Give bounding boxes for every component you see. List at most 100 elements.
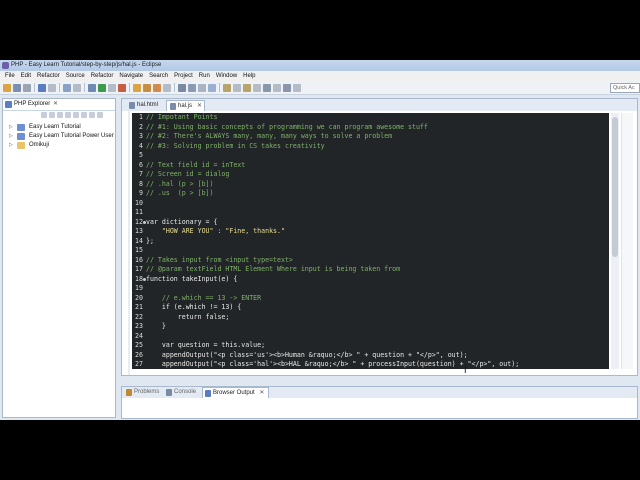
menu-refactor-2[interactable]: Refactor — [88, 71, 117, 81]
tree-item-easy-learn-tutorial-power-user[interactable]: ▷ Easy Learn Tutorial Power User — [9, 132, 115, 141]
new-icon[interactable] — [3, 83, 11, 92]
show-whitespace-icon[interactable] — [208, 83, 216, 92]
dropdown-icon[interactable] — [233, 83, 241, 92]
open-type-icon[interactable] — [63, 83, 71, 92]
fold-marker-icon[interactable] — [143, 220, 146, 224]
code-line[interactable]: 14}; — [132, 237, 609, 247]
line-number: 12 — [135, 217, 143, 226]
code-line[interactable]: 12 var dictionary = { — [132, 218, 609, 228]
next-annotation-icon[interactable] — [223, 83, 231, 92]
link-editor-icon[interactable] — [73, 112, 79, 118]
dropdown-icon[interactable] — [293, 83, 301, 92]
dropdown-icon[interactable] — [273, 83, 281, 92]
code-line[interactable]: 19 — [132, 284, 609, 294]
save-all-icon[interactable] — [23, 83, 31, 92]
code-line[interactable]: 8// .hal (p > [b]) — [132, 180, 609, 190]
menu-window[interactable]: Window — [213, 71, 240, 81]
code-line[interactable]: 2// #1: Using basic concepts of programm… — [132, 123, 609, 133]
tab-php-explorer[interactable]: PHP Explorer ✕ — [3, 99, 63, 110]
line-number: 15 — [135, 246, 143, 254]
title-bar[interactable]: PHP - Easy Learn Tutorial/step-by-step/j… — [0, 60, 640, 71]
dropdown-icon[interactable] — [73, 83, 81, 92]
code-line[interactable]: 9// .us (p > [b]) — [132, 189, 609, 199]
tab-hal-html[interactable]: hal.html — [126, 100, 170, 111]
code-line[interactable]: 10 — [132, 199, 609, 209]
view-menu-icon[interactable] — [81, 112, 87, 118]
menu-project[interactable]: Project — [171, 71, 196, 81]
code-line[interactable]: 5 — [132, 151, 609, 161]
code-line[interactable]: 4// #3: Solving problem in CS takes crea… — [132, 142, 609, 152]
menu-search[interactable]: Search — [146, 71, 171, 81]
tab-hal-js[interactable]: hal.js ✕ — [166, 100, 206, 111]
code-line[interactable]: 13 "HOW ARE YOU" : "Fine, thanks." — [132, 227, 609, 237]
code-line[interactable]: 26 appendOutput("<p class='us'><b>Human … — [132, 351, 609, 361]
vertical-scrollbar[interactable] — [611, 113, 619, 369]
tree-item-easy-learn-tutorial[interactable]: ▷ Easy Learn Tutorial — [9, 123, 115, 132]
forward-icon[interactable] — [49, 112, 55, 118]
menu-edit[interactable]: Edit — [18, 71, 34, 81]
menu-navigate[interactable]: Navigate — [116, 71, 146, 81]
code-line[interactable]: 11 — [132, 208, 609, 218]
line-text: // e.which == 13 -> ENTER — [146, 293, 262, 302]
package-icon[interactable] — [143, 83, 151, 92]
open-folder-icon[interactable] — [133, 83, 141, 92]
minimize-icon[interactable] — [89, 112, 95, 118]
block-icon[interactable] — [198, 83, 206, 92]
quick-access-field[interactable]: Quick Ac — [610, 83, 640, 93]
code-line[interactable]: 15 — [132, 246, 609, 256]
save-icon[interactable] — [13, 83, 21, 92]
up-icon[interactable] — [57, 112, 63, 118]
code-line[interactable]: 1// Impotant Points — [132, 113, 609, 123]
external-tools-icon[interactable] — [118, 83, 126, 92]
back-icon[interactable] — [263, 83, 271, 92]
close-icon[interactable]: ✕ — [259, 390, 264, 396]
code-line[interactable]: 16// Takes input from <input type=text> — [132, 256, 609, 266]
line-text: // #1: Using basic concepts of programmi… — [146, 122, 428, 131]
window-title: PHP - Easy Learn Tutorial/step-by-step/j… — [11, 62, 162, 68]
code-line[interactable]: 18 function takeInput(e) { — [132, 275, 609, 285]
dropdown-icon[interactable] — [108, 83, 116, 92]
php-icon[interactable] — [38, 83, 46, 92]
menu-refactor[interactable]: Refactor — [34, 71, 63, 81]
menu-file[interactable]: File — [2, 71, 18, 81]
code-line[interactable]: 7// Screen id = dialog — [132, 170, 609, 180]
expand-arrow-icon[interactable]: ▷ — [9, 123, 13, 132]
code-editor[interactable]: 1// Impotant Points 2// #1: Using basic c… — [122, 111, 637, 375]
dropdown-icon[interactable] — [163, 83, 171, 92]
prev-annotation-icon[interactable] — [243, 83, 251, 92]
code-text[interactable]: 1// Impotant Points 2// #1: Using basic c… — [132, 113, 609, 369]
code-line[interactable]: 3// #2: There's ALWAYS many, many, many … — [132, 132, 609, 142]
tab-browser-output[interactable]: Browser Output ✕ — [202, 387, 270, 398]
expand-arrow-icon[interactable]: ▷ — [9, 132, 13, 141]
maximize-icon[interactable] — [97, 112, 103, 118]
tab-console[interactable]: Console — [164, 387, 200, 398]
code-line[interactable]: 21 if (e.which != 13) { — [132, 303, 609, 313]
code-line[interactable]: 25 var question = this.value; — [132, 341, 609, 351]
dropdown-icon[interactable] — [253, 83, 261, 92]
collapse-all-icon[interactable] — [65, 112, 71, 118]
code-line[interactable]: 23 } — [132, 322, 609, 332]
close-icon[interactable]: ✕ — [53, 99, 58, 110]
menu-help[interactable]: Help — [240, 71, 258, 81]
tab-problems[interactable]: Problems — [124, 387, 163, 398]
code-line[interactable]: 20 // e.which == 13 -> ENTER — [132, 294, 609, 304]
code-line[interactable]: 24 — [132, 332, 609, 342]
scrollbar-thumb[interactable] — [612, 117, 618, 257]
toggle-mark-icon[interactable] — [188, 83, 196, 92]
fold-marker-icon[interactable] — [143, 277, 146, 281]
forward-icon[interactable] — [283, 83, 291, 92]
menu-source[interactable]: Source — [63, 71, 88, 81]
code-line[interactable]: 27 appendOutput("<p class='hal'><b>HAL &… — [132, 360, 609, 369]
run-icon[interactable] — [98, 83, 106, 92]
expand-arrow-icon[interactable]: ▷ — [9, 141, 13, 150]
debug-icon[interactable] — [88, 83, 96, 92]
menu-run[interactable]: Run — [196, 71, 213, 81]
search-icon[interactable] — [153, 83, 161, 92]
code-line[interactable]: 22 return false; — [132, 313, 609, 323]
back-icon[interactable] — [41, 112, 47, 118]
code-line[interactable]: 17// @param textField HTML Element Where… — [132, 265, 609, 275]
dropdown-icon[interactable] — [48, 83, 56, 92]
code-line[interactable]: 6// Text field id = inText — [132, 161, 609, 171]
annotation-icon[interactable] — [178, 83, 186, 92]
tree-item-omikuji[interactable]: ▷ Omikuji — [9, 141, 115, 150]
